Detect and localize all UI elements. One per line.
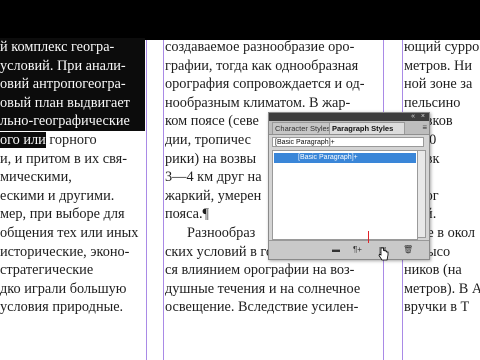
paragraph-styles-panel[interactable]: « × Character Styles Paragraph Styles ≡ … <box>268 112 430 260</box>
text-line: душные течения и на солнечное <box>165 280 361 297</box>
text-line: ной зоне за <box>404 76 473 93</box>
left-text-column[interactable]: й комплекс геогра-условий. При анали-ови… <box>0 38 145 317</box>
panel-scrollbar[interactable] <box>417 150 426 238</box>
text-line: пельсино <box>404 94 461 111</box>
paragraph-mark-icon[interactable]: ¶+ <box>353 244 362 255</box>
text-line: орография сопровождается и од- <box>165 76 365 93</box>
text-line: мическими, <box>0 169 72 186</box>
tab-character-styles[interactable]: Character Styles <box>272 122 332 134</box>
tab-paragraph-styles[interactable]: Paragraph Styles <box>329 122 405 134</box>
text-line: условий. При анали- <box>0 56 145 76</box>
text-line: мер, при выборе для <box>0 206 125 223</box>
selected-fragment: ого или <box>0 131 46 148</box>
panel-title-strip[interactable]: « × <box>269 113 429 121</box>
hand-cursor-icon <box>378 247 389 261</box>
text-line: графии, тогда как однообразная <box>165 57 359 74</box>
text-line: овий антропогеогра- <box>0 75 145 94</box>
text-line: ся влиянием орографии на воз- <box>165 262 355 279</box>
panel-menu-icon[interactable]: ≡ <box>422 123 427 132</box>
text-line: ющий сурро <box>404 39 480 55</box>
text-fragment: горного <box>45 131 97 148</box>
delete-icon[interactable]: 🗑 <box>403 244 413 255</box>
panel-bottom-bar: ▬ ¶+ ▣ 🗑 <box>269 231 429 259</box>
text-line: ескими и другими. <box>0 187 115 204</box>
text-line: создаваемое разнообразие оро- <box>165 39 355 55</box>
text-line: дко играли большую <box>0 280 127 297</box>
text-line: условия природные. <box>0 299 124 316</box>
text-line: ников (на <box>404 262 462 279</box>
panel-tabs: Character Styles Paragraph Styles ≡ <box>269 121 429 135</box>
text-line: исторические, эконо- <box>0 243 130 260</box>
top-black-band <box>0 0 480 40</box>
text-line: стратегические <box>0 262 94 279</box>
text-line: общения тех или иных <box>0 224 139 241</box>
collapse-icon[interactable]: « <box>411 113 415 121</box>
text-line: нообразным климатом. В жар- <box>165 94 351 111</box>
text-line: льно-географические <box>0 112 145 131</box>
column-guide <box>163 40 164 360</box>
text-line: овый план выдвигает <box>0 93 145 113</box>
text-line: й комплекс геогра- <box>0 38 145 57</box>
text-line: вручки в Т <box>404 299 470 316</box>
document-page[interactable]: й комплекс геогра-условий. При анали-ови… <box>0 0 480 360</box>
close-icon[interactable]: × <box>421 113 425 121</box>
text-line: ого или горного <box>0 131 145 150</box>
text-line: метров. Ни <box>404 57 472 74</box>
column-guide <box>146 40 147 360</box>
text-line: и, и притом в их свя- <box>0 150 127 167</box>
text-line: метров). В А <box>404 280 480 297</box>
current-style-field: [Basic Paragraph]+ <box>272 137 424 147</box>
text-line: освещение. Вследствие усилен- <box>165 299 359 316</box>
style-list[interactable]: [Basic Paragraph]+ <box>272 150 418 240</box>
list-item[interactable]: [Basic Paragraph]+ <box>274 153 416 163</box>
red-marker <box>368 231 369 243</box>
style-group-icon[interactable]: ▬ <box>332 244 340 255</box>
